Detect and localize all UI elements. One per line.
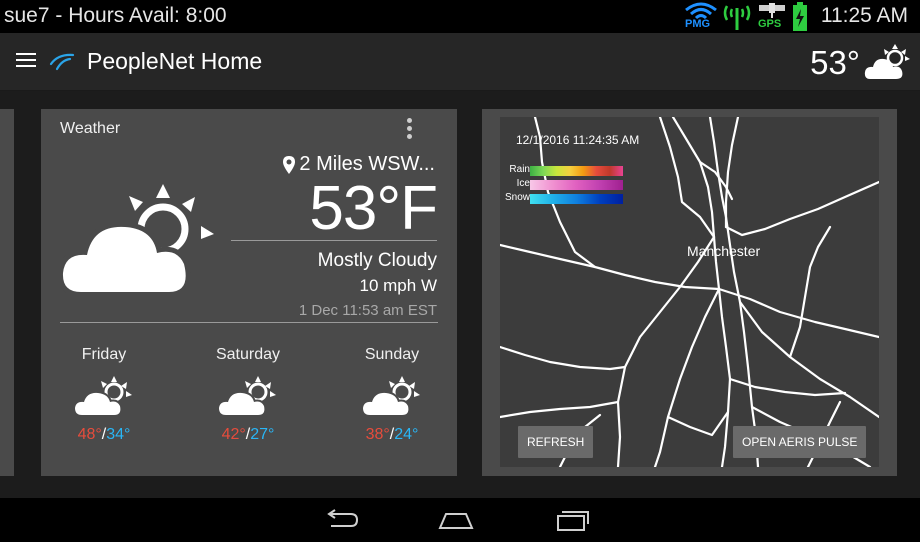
current-temperature: 53°F [309,174,438,243]
forecast-divider [60,322,438,323]
home-content: Weather 2 Miles WSW... 53°F Mostly Cloud [0,91,920,498]
legend-ice: Ice [500,178,625,191]
status-bar: sue7 - Hours Avail: 8:00 PMG GPS 11:25 A… [0,0,920,33]
forecast-temps: 38°/24° [365,426,419,443]
forecast-low: 27° [250,426,275,443]
app-title: PeopleNet Home [87,48,263,74]
header-temperature: 53° [810,44,860,81]
forecast-temps: 42°/27° [221,426,275,443]
weather-card[interactable]: Weather 2 Miles WSW... 53°F Mostly Cloud [41,109,457,476]
signal-tower-icon [722,0,752,33]
partly-cloudy-icon [218,376,276,416]
weather-condition: Mostly Cloudy [317,250,437,271]
forecast-day: Friday 48°/34° [44,346,164,444]
pmg-label: PMG [685,18,711,30]
forecast-high: 42° [221,426,246,443]
recent-apps-icon[interactable] [552,504,592,536]
hamburger-menu-icon[interactable] [16,53,36,71]
radar-timestamp: 12/1/2016 11:24:35 AM [516,133,640,147]
partly-cloudy-icon [864,44,910,79]
back-icon[interactable] [321,504,361,536]
partly-cloudy-icon [362,376,420,416]
radar-map[interactable]: 12/1/2016 11:24:35 AM Rain Ice Snow Manc… [500,117,879,467]
forecast-day: Saturday 42°/27° [188,346,308,444]
forecast-day: Sunday 38°/24° [332,346,452,444]
legend-rain: Rain [500,164,625,177]
forecast-day-name: Sunday [364,346,420,363]
overflow-menu-icon[interactable] [405,118,413,144]
status-time: 11:25 AM [820,4,908,27]
battery-charging-icon [792,0,808,33]
refresh-button[interactable]: REFRESH [518,426,594,458]
weather-card-title: Weather [60,120,121,137]
forecast-temps: 48°/34° [77,426,131,443]
gps-label: GPS [758,18,782,30]
temperature-divider [231,240,437,241]
home-icon[interactable] [436,504,476,536]
forecast-high: 48° [77,426,102,443]
legend-snow: Snow [500,192,625,205]
forecast-day-name: Saturday [215,346,281,363]
forecast-low: 24° [394,426,419,443]
wind-speed: 10 mph W [359,276,437,295]
partly-cloudy-icon [61,184,214,294]
updated-timestamp: 1 Dec 11:53 am EST [298,302,437,319]
city-label: Manchester [687,243,761,259]
legend-label: Snow [504,192,530,203]
app-bar: PeopleNet Home 53° [0,33,920,91]
peoplenet-logo-icon [49,53,75,71]
legend-label: Rain [509,164,530,175]
status-driver-hours: sue7 - Hours Avail: 8:00 [4,4,227,27]
legend-label: Ice [516,178,530,189]
forecast-day-name: Friday [81,346,127,363]
navigation-bar [0,498,920,542]
satellite-icon: GPS [756,0,788,33]
partly-cloudy-icon [74,376,132,416]
wifi-icon: PMG [684,0,718,33]
forecast-high: 38° [365,426,390,443]
radar-card: 12/1/2016 11:24:35 AM Rain Ice Snow Manc… [482,109,897,476]
location-pin-icon [283,155,296,174]
previous-card-edge[interactable] [0,109,14,476]
open-aeris-pulse-button[interactable]: OPEN AERIS PULSE [733,426,867,458]
forecast-low: 34° [106,426,131,443]
